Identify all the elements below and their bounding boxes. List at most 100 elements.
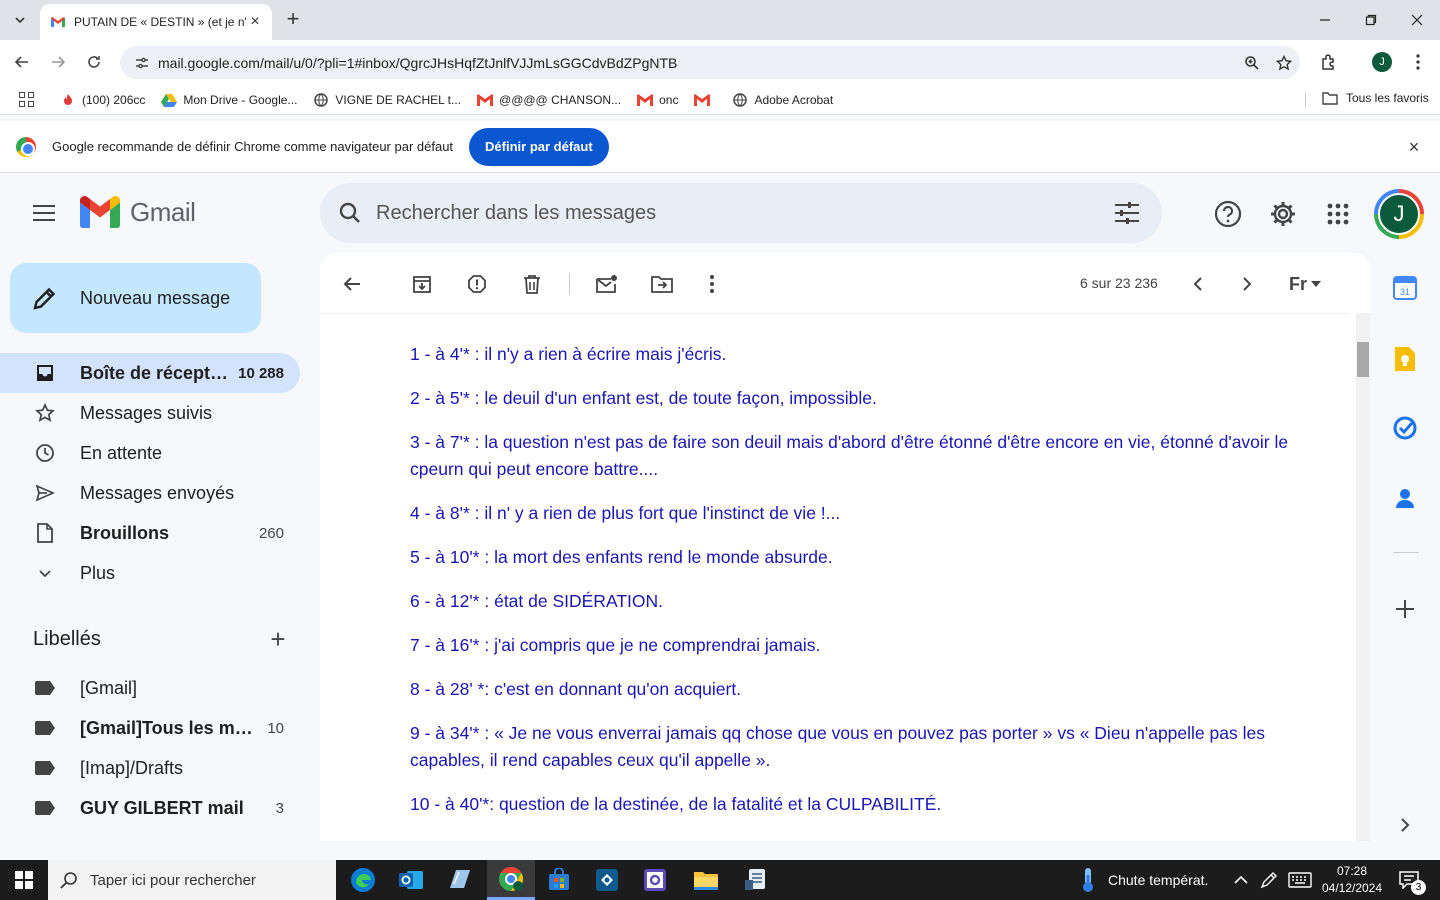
sidebar-item-starred[interactable]: Messages suivis (0, 393, 300, 433)
taskbar-app-icon[interactable] (583, 860, 631, 900)
add-label-button[interactable]: + (266, 626, 290, 652)
minimize-button[interactable] (1302, 0, 1348, 40)
extensions-icon[interactable] (1315, 48, 1343, 76)
message-scrollbar[interactable] (1356, 313, 1370, 841)
search-input[interactable] (376, 201, 1076, 225)
older-message-button[interactable] (1180, 267, 1216, 301)
back-to-inbox-button[interactable] (334, 267, 370, 301)
bookmark-item[interactable]: Mon Drive - Google... (161, 92, 297, 108)
sidebar-label-guy-gilbert[interactable]: GUY GILBERT mail 3 (0, 788, 300, 828)
help-icon[interactable] (1210, 196, 1246, 232)
tray-chevron-up-icon[interactable] (1228, 860, 1254, 900)
gmail-wordmark: Gmail (130, 196, 196, 227)
sidebar-label-all-messages[interactable]: [Gmail]Tous les messages 10 (0, 708, 300, 748)
keyboard-icon[interactable] (1286, 860, 1314, 900)
browser-tab-active[interactable]: PUTAIN DE « DESTIN » (et je n'écris × (40, 4, 272, 40)
gmail-logo[interactable]: Gmail (80, 196, 196, 228)
report-spam-button[interactable] (459, 267, 495, 301)
bookmark-item[interactable]: Adobe Acrobat (732, 92, 833, 108)
bookmark-item[interactable]: VIGNE DE RACHEL t... (313, 92, 461, 108)
move-folder-icon (651, 276, 673, 293)
input-tools-button[interactable]: Fr (1280, 267, 1330, 301)
window-close-button[interactable] (1394, 0, 1440, 40)
bookmark-item[interactable] (694, 92, 716, 108)
tasks-icon[interactable] (1390, 413, 1420, 443)
drive-icon (161, 92, 178, 108)
zoom-icon[interactable] (1236, 49, 1268, 77)
address-bar[interactable]: mail.google.com/mail/u/0/?pli=1#inbox/Qg… (120, 46, 1300, 79)
pen-icon[interactable] (1256, 860, 1282, 900)
search-options-icon[interactable] (1114, 199, 1142, 227)
start-button[interactable] (0, 860, 48, 900)
restore-button[interactable] (1348, 0, 1394, 40)
label-tag-icon (34, 677, 56, 699)
site-info-icon[interactable] (132, 53, 152, 73)
star-icon (34, 402, 56, 424)
set-default-button[interactable]: Définir par défaut (469, 127, 609, 166)
mail-search-bar[interactable] (320, 183, 1162, 243)
back-button[interactable] (8, 48, 36, 76)
taskbar-chrome-icon[interactable] (487, 860, 535, 900)
tab-title: PUTAIN DE « DESTIN » (et je n'écris (74, 15, 246, 29)
account-avatar[interactable]: J (1374, 189, 1424, 239)
all-bookmarks-button[interactable]: Tous les favoris (1322, 91, 1429, 105)
sidebar-item-inbox[interactable]: Boîte de réception 10 288 (0, 353, 300, 393)
globe-icon (313, 92, 329, 108)
infobar-close-icon[interactable]: × (1404, 137, 1424, 157)
reload-button[interactable] (80, 48, 108, 76)
taskbar-app-icon[interactable] (732, 860, 780, 900)
bookmark-star-icon[interactable] (1268, 49, 1300, 77)
sidebar-label-gmail[interactable]: [Gmail] (0, 668, 300, 708)
mark-unread-button[interactable] (589, 267, 625, 301)
move-to-button[interactable] (644, 267, 680, 301)
compose-button[interactable]: Nouveau message (10, 263, 261, 333)
newer-message-button[interactable] (1229, 267, 1265, 301)
sidebar-item-more[interactable]: Plus (0, 553, 300, 593)
sidebar-label-imap-drafts[interactable]: [Imap]/Drafts (0, 748, 300, 788)
taskbar-outlook-icon[interactable] (387, 860, 435, 900)
forward-button[interactable] (44, 48, 72, 76)
expand-side-panel-icon[interactable] (1390, 810, 1420, 840)
archive-button[interactable] (404, 267, 440, 301)
new-tab-button[interactable]: + (282, 8, 304, 31)
bookmark-item[interactable]: onc (637, 92, 678, 108)
taskbar-app-icon[interactable] (631, 860, 679, 900)
taskbar-edge-icon[interactable] (339, 860, 387, 900)
delete-button[interactable] (514, 267, 550, 301)
profile-button[interactable]: J (1368, 48, 1396, 76)
settings-gear-icon[interactable] (1265, 196, 1301, 232)
google-apps-icon[interactable] (1320, 196, 1356, 232)
taskbar-file-explorer-icon[interactable] (682, 860, 730, 900)
main-menu-icon[interactable] (26, 196, 62, 230)
contacts-icon[interactable] (1390, 483, 1420, 513)
account-initial: J (1378, 193, 1420, 235)
infobar-text: Google recommande de définir Chrome comm… (52, 139, 454, 154)
taskbar-store-icon[interactable] (535, 860, 583, 900)
more-actions-button[interactable] (694, 267, 730, 301)
taskbar-notes-icon[interactable] (435, 860, 483, 900)
sidebar-item-snoozed[interactable]: En attente (0, 433, 300, 473)
message-line: 7 - à 16'* : j'ai compris que je ne comp… (410, 635, 821, 655)
trash-icon (524, 275, 540, 294)
calendar-icon[interactable]: 31 (1390, 273, 1420, 303)
bookmark-item[interactable]: (100) 206cc (60, 92, 145, 108)
gmail-icon (477, 92, 494, 108)
sidebar-item-sent[interactable]: Messages envoyés (0, 473, 300, 513)
search-icon[interactable] (336, 199, 364, 227)
weather-widget[interactable]: Chute températ. (1080, 860, 1208, 900)
apps-grid-icon[interactable] (16, 90, 36, 110)
taskbar-search[interactable]: Taper ici pour rechercher (48, 860, 336, 900)
browser-menu-icon[interactable] (1404, 48, 1432, 76)
toolbar-divider (569, 273, 570, 295)
notification-center-button[interactable]: 3 (1396, 868, 1426, 895)
sidebar-item-drafts[interactable]: Brouillons 260 (0, 513, 300, 553)
keep-icon[interactable] (1390, 344, 1420, 374)
taskbar-clock[interactable]: 07:28 04/12/2024 (1318, 863, 1386, 897)
tab-close-icon[interactable]: × (246, 13, 264, 31)
bookmark-item[interactable]: @@@@ CHANSON... (477, 92, 621, 108)
chevron-right-icon (1243, 277, 1252, 291)
tab-search-button[interactable] (8, 8, 32, 32)
chevron-left-icon (1193, 277, 1202, 291)
add-addon-icon[interactable] (1390, 594, 1420, 624)
scrollbar-thumb[interactable] (1357, 342, 1369, 377)
